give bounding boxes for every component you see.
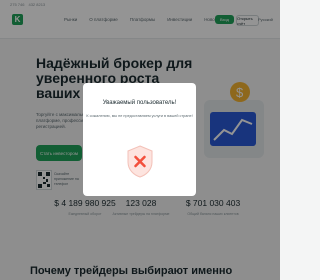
modal-message: К сожалению, мы не предоставляем услуги …	[86, 114, 193, 118]
region-restriction-modal: Уважаемый пользователь! К сожалению, мы …	[83, 83, 196, 196]
modal-title: Уважаемый пользователь!	[102, 100, 177, 106]
page: 275 746 432 8213 K Рынки О платформе Пла…	[0, 0, 280, 280]
blocked-shield-icon	[127, 145, 153, 178]
